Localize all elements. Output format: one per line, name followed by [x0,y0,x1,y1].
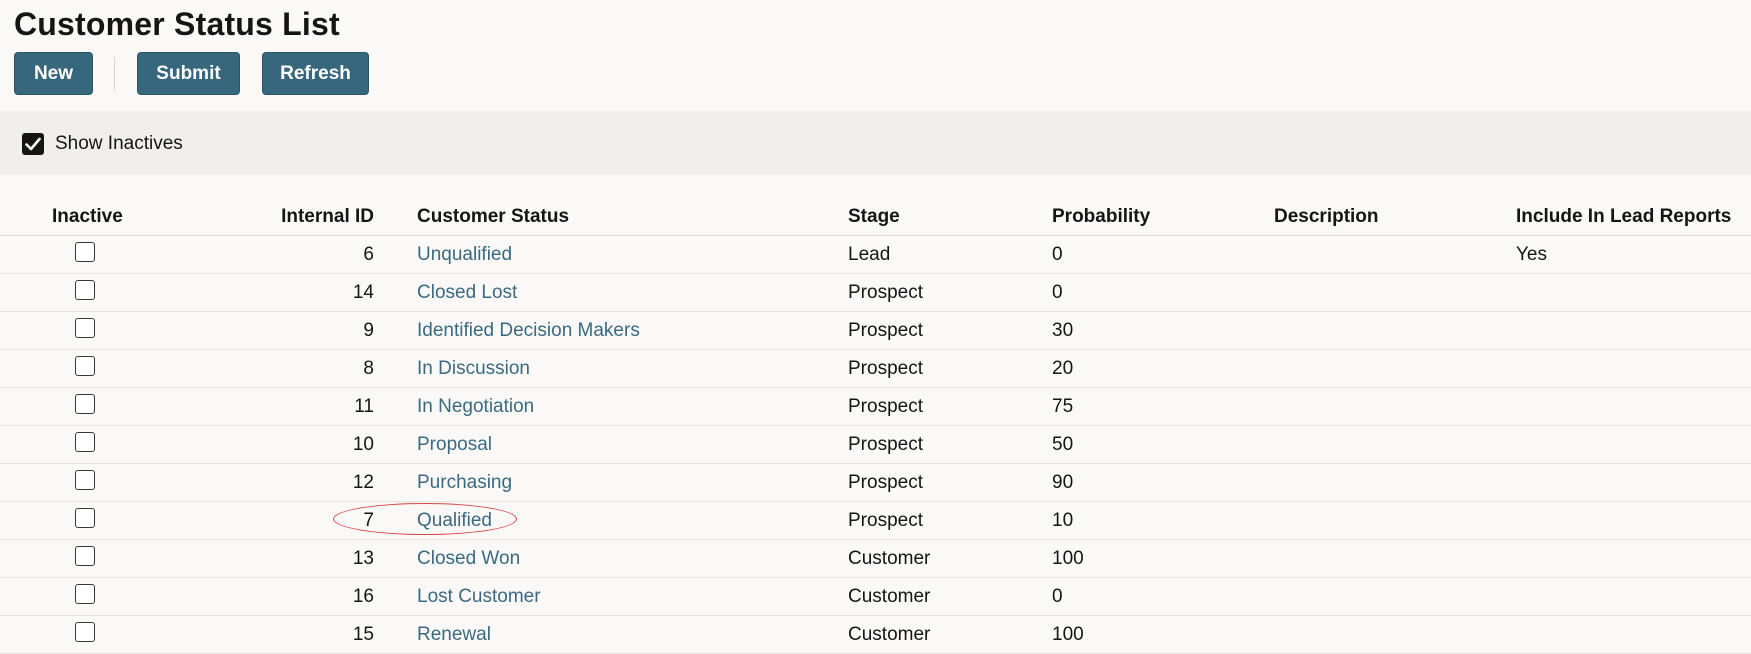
cell-stage: Prospect [848,320,923,341]
cell-stage: Customer [848,586,931,607]
cell-customer-status-link[interactable]: In Discussion [417,356,530,382]
cell-stage: Prospect [848,282,923,303]
cell-probability: 100 [1052,548,1084,569]
toolbar-divider [114,57,115,91]
table-body: 6 Unqualified Lead 0 Yes 14 Closed Lost Prospec… [0,236,1751,654]
table-row: 16 Lost Customer Customer 0 [0,578,1751,616]
table-row: 9 Identified Decision Makers Prospect 30 [0,312,1751,350]
cell-customer-status-link[interactable]: Lost Customer [417,584,541,610]
cell-include-in-lead-reports: Yes [1516,244,1547,265]
inactive-checkbox[interactable] [75,242,95,262]
table-row: 8 In Discussion Prospect 20 [0,350,1751,388]
inactive-checkbox[interactable] [75,470,95,490]
cell-customer-status-link[interactable]: Unqualified [417,242,512,268]
column-header-probability[interactable]: Probability [1052,204,1150,230]
inactive-checkbox[interactable] [75,622,95,642]
table-row: 10 Proposal Prospect 50 [0,426,1751,464]
cell-customer-status-link[interactable]: Closed Won [417,546,520,572]
inactive-checkbox[interactable] [75,280,95,300]
table-row: 6 Unqualified Lead 0 Yes [0,236,1751,274]
cell-stage: Prospect [848,396,923,417]
inactive-checkbox[interactable] [75,356,95,376]
column-header-inactive[interactable]: Inactive [52,204,123,230]
inactive-checkbox[interactable] [75,584,95,604]
table-row: 12 Purchasing Prospect 90 [0,464,1751,502]
checkmark-icon [25,137,41,151]
table-header-row: Inactive Internal ID Customer Status Sta… [0,198,1751,236]
submit-button[interactable]: Submit [137,52,240,95]
table-row: 15 Renewal Customer 100 [0,616,1751,654]
cell-internal-id: 16 [352,586,374,607]
cell-internal-id: 14 [352,282,374,303]
cell-customer-status-link[interactable]: Purchasing [417,470,512,496]
cell-internal-id: 13 [352,548,374,569]
customer-status-table: Inactive Internal ID Customer Status Sta… [0,198,1751,654]
cell-stage: Prospect [848,434,923,455]
inactive-checkbox[interactable] [75,432,95,452]
cell-internal-id: 6 [363,244,374,265]
cell-internal-id: 12 [352,472,374,493]
cell-customer-status-link[interactable]: Identified Decision Makers [417,318,640,344]
column-header-internal-id[interactable]: Internal ID [281,204,374,230]
cell-stage: Prospect [848,472,923,493]
inactive-checkbox[interactable] [75,394,95,414]
new-button[interactable]: New [14,52,93,95]
cell-stage: Lead [848,244,891,265]
column-header-include-in-lead-reports[interactable]: Include In Lead Reports [1516,204,1731,230]
cell-internal-id: 11 [354,396,374,417]
table-row: 7 Qualified Prospect 10 [0,502,1751,540]
page-title: Customer Status List [14,6,340,42]
column-header-customer-status[interactable]: Customer Status [417,204,569,230]
cell-probability: 20 [1052,358,1074,379]
cell-customer-status-link[interactable]: Renewal [417,622,491,648]
cell-stage: Prospect [848,510,923,531]
cell-probability: 100 [1052,624,1084,645]
cell-customer-status-link[interactable]: In Negotiation [417,394,534,420]
cell-probability: 0 [1052,244,1063,265]
cell-probability: 90 [1052,472,1074,493]
inactive-checkbox[interactable] [75,508,95,528]
filter-bar: Show Inactives [0,111,1751,175]
refresh-button[interactable]: Refresh [262,52,369,95]
cell-probability: 30 [1052,320,1074,341]
inactive-checkbox[interactable] [75,546,95,566]
cell-internal-id: 8 [363,358,374,379]
cell-probability: 10 [1052,510,1074,531]
cell-customer-status-link[interactable]: Closed Lost [417,280,517,306]
cell-stage: Customer [848,624,931,645]
column-header-description[interactable]: Description [1274,204,1379,230]
cell-customer-status-link[interactable]: Qualified [417,508,492,534]
cell-probability: 0 [1052,586,1063,607]
cell-probability: 75 [1052,396,1074,417]
cell-probability: 0 [1052,282,1063,303]
inactive-checkbox[interactable] [75,318,95,338]
show-inactives-label[interactable]: Show Inactives [55,131,183,157]
cell-stage: Customer [848,548,931,569]
table-row: 14 Closed Lost Prospect 0 [0,274,1751,312]
cell-internal-id: 15 [352,624,374,645]
table-row: 11 In Negotiation Prospect 75 [0,388,1751,426]
column-header-stage[interactable]: Stage [848,204,900,230]
cell-probability: 50 [1052,434,1074,455]
cell-stage: Prospect [848,358,923,379]
cell-internal-id: 7 [363,510,374,531]
cell-internal-id: 9 [363,320,374,341]
table-row: 13 Closed Won Customer 100 [0,540,1751,578]
cell-customer-status-link[interactable]: Proposal [417,432,492,458]
cell-internal-id: 10 [352,434,374,455]
show-inactives-checkbox[interactable] [22,133,44,155]
